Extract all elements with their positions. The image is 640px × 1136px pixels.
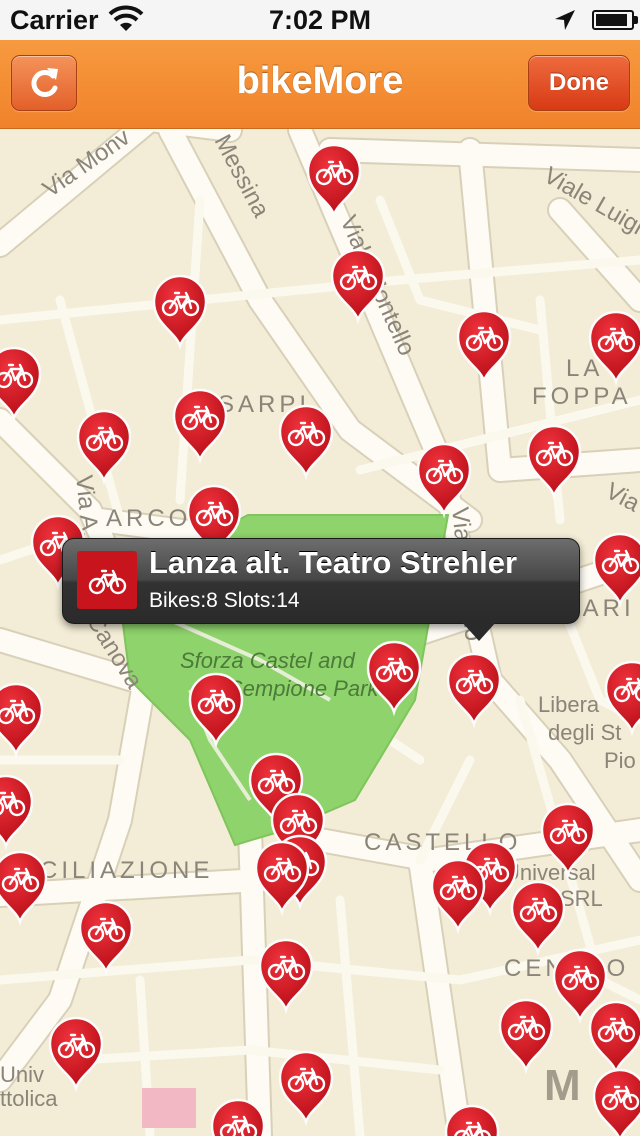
callout-pointer (461, 621, 497, 641)
done-button[interactable]: Done (528, 55, 630, 111)
poi-block (142, 1088, 196, 1128)
clock: 7:02 PM (268, 5, 372, 35)
poi-label: Pio (604, 748, 636, 773)
poi-label: Univ (0, 1062, 44, 1087)
area-label: CILIAZIONE (40, 857, 213, 884)
bicycle-icon (77, 551, 137, 609)
poi-label: Universal (504, 860, 596, 885)
battery-level (596, 14, 627, 26)
navigation-bar: bikeMore Done (0, 40, 640, 129)
poi-label: ttolica (0, 1086, 58, 1111)
station-callout[interactable]: Lanza alt. Teatro Strehler Bikes:8 Slots… (62, 538, 580, 641)
status-bar: Carrier 7:02 PM (0, 0, 640, 40)
poi-label: Sforza Castel and (180, 648, 356, 673)
station-availability: Bikes:8 Slots:14 (149, 589, 300, 612)
battery-icon (592, 10, 638, 30)
location-arrow-icon (553, 8, 577, 37)
area-label: ARCO (106, 505, 191, 532)
poi-label: degli St (548, 720, 621, 745)
poi-label: Sempione Park (228, 676, 379, 701)
area-label: FOPPA (532, 383, 632, 410)
area-label: M (544, 1061, 581, 1110)
station-name: Lanza alt. Teatro Strehler (149, 545, 518, 580)
poi-label: Libera (538, 692, 600, 717)
poi-label: SRL (560, 886, 603, 911)
